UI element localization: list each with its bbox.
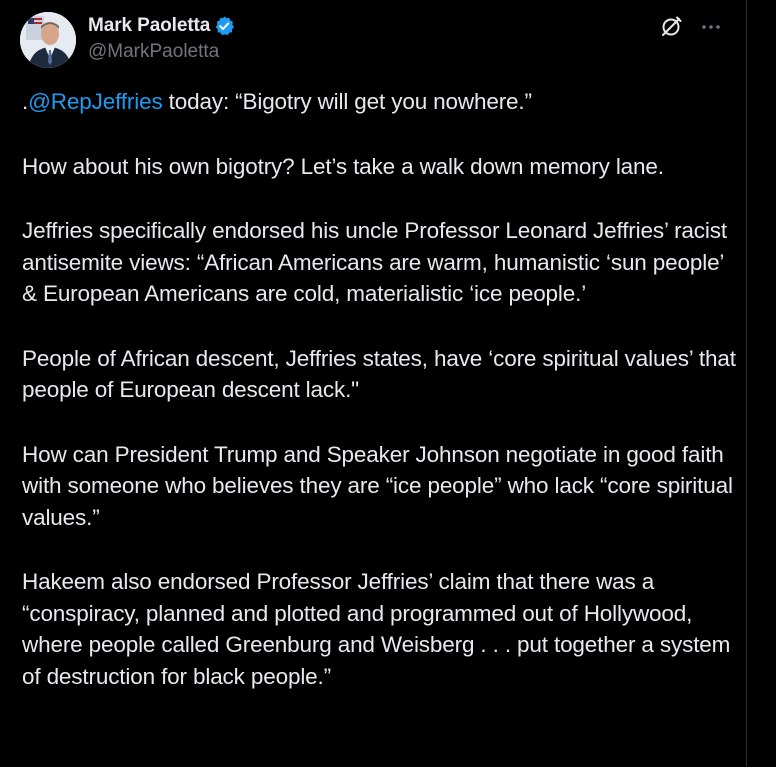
tweet-paragraph-5: How can President Trump and Speaker John… xyxy=(22,441,733,530)
author-handle[interactable]: @MarkPaoletta xyxy=(88,41,235,63)
name-row: Mark Paoletta xyxy=(88,14,235,38)
column-divider xyxy=(746,0,747,767)
avatar[interactable] xyxy=(20,12,76,68)
tweet-paragraph-4: People of African descent, Jeffries stat… xyxy=(22,345,736,403)
tweet-paragraph-3: Jeffries specifically endorsed his uncle… xyxy=(22,218,727,306)
tweet-paragraph-1: .@RepJeffries today: “Bigotry will get y… xyxy=(22,86,737,118)
tweet-header: Mark Paoletta @MarkPaoletta xyxy=(20,12,235,68)
verified-badge-icon[interactable] xyxy=(213,15,235,37)
grok-icon[interactable] xyxy=(656,12,686,42)
tweet-actions xyxy=(656,12,726,42)
tweet-card: Mark Paoletta @MarkPaoletta .@RepJeffrie… xyxy=(0,0,746,767)
author-names: Mark Paoletta @MarkPaoletta xyxy=(88,14,235,63)
tweet-text: .@RepJeffries today: “Bigotry will get y… xyxy=(22,86,737,725)
profile-photo-icon xyxy=(20,12,76,68)
mention-link[interactable]: @RepJeffries xyxy=(28,89,163,114)
display-name[interactable]: Mark Paoletta xyxy=(88,15,210,37)
more-options-icon[interactable] xyxy=(696,12,726,42)
text-rest: today: “Bigotry will get you nowhere.” xyxy=(162,89,532,114)
tweet-paragraph-6: Hakeem also endorsed Professor Jeffries’… xyxy=(22,569,731,689)
tweet-paragraph-2: How about his own bigotry? Let’s take a … xyxy=(22,153,664,179)
